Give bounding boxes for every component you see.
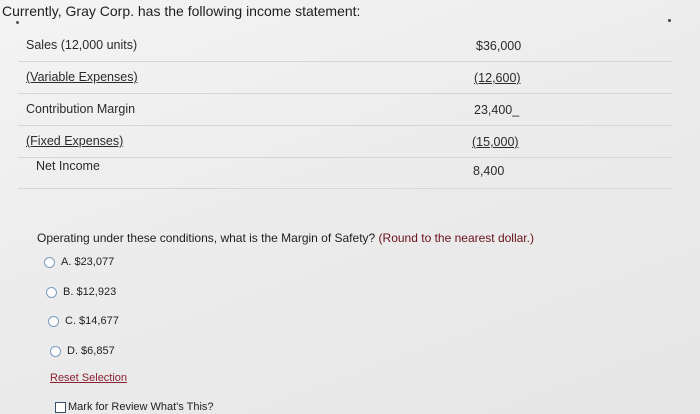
row-label: Sales (12,000 units)	[26, 38, 138, 52]
option-d[interactable]: D. $6,857	[50, 345, 115, 357]
reset-selection-link[interactable]: Reset Selection	[50, 372, 127, 384]
table-row-variable-expenses: (Variable Expenses) (12,600)	[18, 62, 672, 94]
option-b[interactable]: B. $12,923	[46, 286, 116, 298]
question-text: Operating under these conditions, what i…	[37, 231, 534, 245]
table-row-net-income: Net Income 8,400	[18, 158, 672, 189]
rounding-note: (Round to the nearest dollar.)	[378, 231, 534, 245]
row-label: (Fixed Expenses)	[26, 134, 124, 148]
row-value: 23,400_	[474, 103, 520, 117]
option-label: B. $12,923	[63, 286, 117, 298]
dot-marker	[16, 21, 19, 24]
option-label: D. $6,857	[67, 345, 115, 357]
option-c[interactable]: C. $14,677	[48, 315, 119, 327]
row-value: 8,400	[473, 164, 505, 178]
option-a[interactable]: A. $23,077	[44, 256, 114, 268]
radio-button[interactable]	[46, 286, 57, 298]
review-checkbox[interactable]	[55, 401, 66, 413]
row-label: (Variable Expenses)	[26, 70, 138, 84]
row-value: $36,000	[476, 39, 522, 53]
corner-dot-marker	[668, 19, 671, 22]
intro-text: Currently, Gray Corp. has the following …	[2, 3, 361, 19]
radio-button[interactable]	[48, 315, 59, 327]
option-label: A. $23,077	[61, 256, 115, 268]
option-label: C. $14,677	[65, 315, 119, 327]
row-value: (12,600)	[474, 71, 521, 85]
table-row-sales: Sales (12,000 units) $36,000	[18, 30, 672, 62]
table-row-contribution-margin: Contribution Margin 23,400_	[18, 94, 672, 126]
radio-button[interactable]	[44, 256, 55, 268]
income-statement-table: Sales (12,000 units) $36,000 (Variable E…	[18, 30, 672, 189]
mark-for-review[interactable]: Mark for Review What's This?	[55, 401, 214, 413]
review-label: Mark for Review What's This?	[68, 401, 214, 413]
table-row-fixed-expenses: (Fixed Expenses) (15,000)	[18, 126, 672, 158]
row-label: Net Income	[36, 159, 100, 173]
row-label: Contribution Margin	[26, 102, 136, 116]
question-page: Currently, Gray Corp. has the following …	[0, 0, 700, 414]
row-value: (15,000)	[472, 135, 519, 149]
question-prompt: Operating under these conditions, what i…	[37, 231, 376, 245]
radio-button[interactable]	[50, 345, 61, 357]
